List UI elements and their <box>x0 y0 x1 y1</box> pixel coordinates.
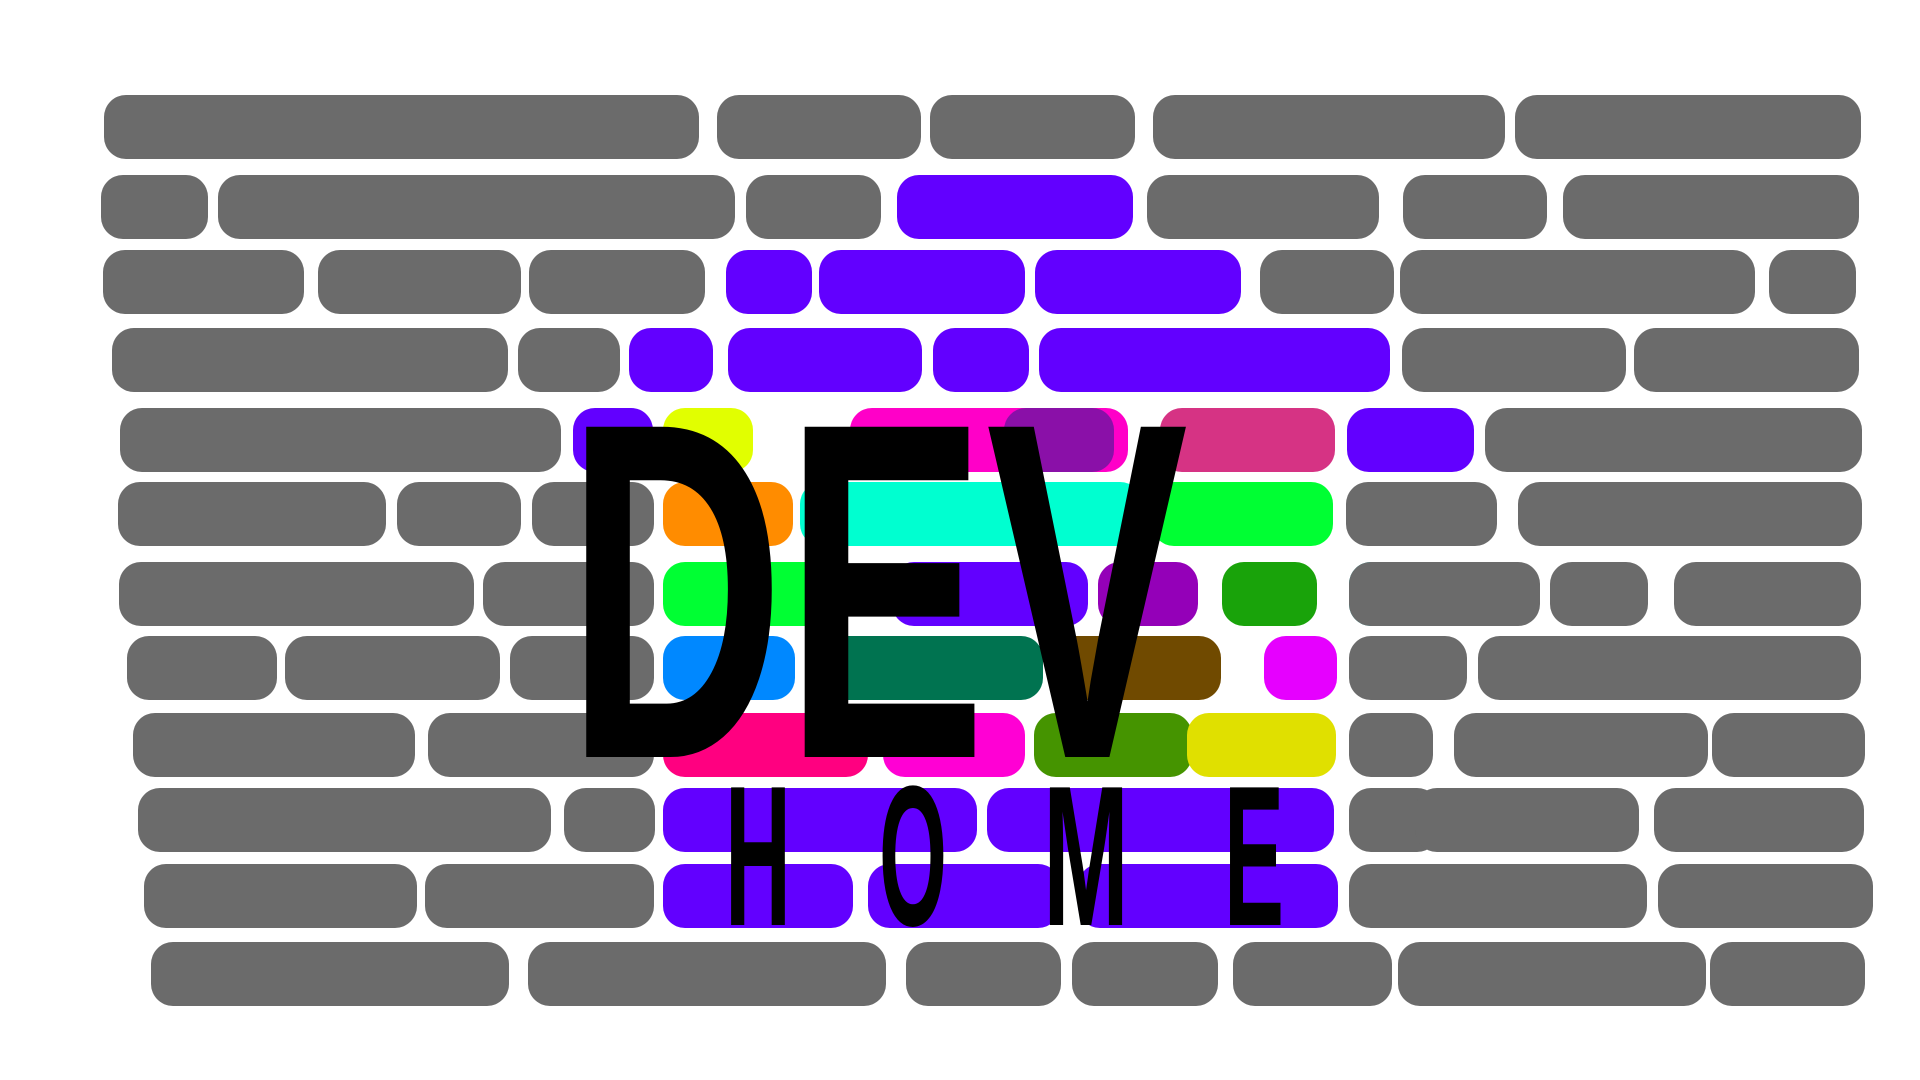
code-bar <box>717 95 921 159</box>
code-bar <box>1349 713 1433 777</box>
code-bar <box>1634 328 1859 392</box>
code-bar <box>104 95 699 159</box>
bar-row-2 <box>101 175 1859 239</box>
code-bar <box>112 328 508 392</box>
code-bar <box>1478 636 1861 700</box>
code-bar <box>127 636 277 700</box>
code-bar <box>1349 636 1467 700</box>
code-bar <box>1400 250 1755 314</box>
code-bar <box>529 250 705 314</box>
code-bar <box>118 482 386 546</box>
code-bar <box>133 713 415 777</box>
code-bar <box>1403 175 1547 239</box>
logo-letter-o: O <box>879 745 947 968</box>
code-bar <box>1260 250 1394 314</box>
code-bar <box>138 788 551 852</box>
bar-row-1 <box>104 95 1861 159</box>
code-bar <box>1654 788 1864 852</box>
code-bar <box>1398 942 1706 1006</box>
logo-letter-e: E <box>1224 745 1284 968</box>
bar-row-12 <box>151 942 1865 1006</box>
logo-letter-h: H <box>725 745 791 968</box>
code-bar <box>1674 562 1861 626</box>
code-bar <box>726 250 812 314</box>
code-bar <box>1658 864 1873 928</box>
code-bar <box>103 250 304 314</box>
code-bar <box>1518 482 1862 546</box>
code-bar <box>1415 788 1639 852</box>
code-bar <box>285 636 500 700</box>
code-bar <box>151 942 509 1006</box>
code-bar <box>1035 250 1241 314</box>
logo-letter-m: M <box>1043 745 1129 968</box>
code-bar <box>1347 408 1474 472</box>
code-bar <box>425 864 654 928</box>
code-bar <box>1349 562 1540 626</box>
code-bar <box>746 175 881 239</box>
code-bar <box>1710 942 1865 1006</box>
code-bar <box>1346 482 1497 546</box>
code-bar <box>144 864 417 928</box>
code-bar <box>1153 95 1505 159</box>
code-bar <box>1402 328 1626 392</box>
code-bar <box>1550 562 1648 626</box>
code-bar <box>1264 636 1337 700</box>
code-bar <box>1563 175 1859 239</box>
code-bar <box>101 175 208 239</box>
bar-row-11 <box>144 864 1873 928</box>
code-bar <box>1712 713 1865 777</box>
code-bar <box>930 95 1135 159</box>
code-bar <box>397 482 521 546</box>
code-bar <box>897 175 1133 239</box>
code-bar <box>1454 713 1708 777</box>
code-bar <box>528 942 886 1006</box>
code-bar <box>1222 562 1317 626</box>
bar-row-3 <box>103 250 1856 314</box>
code-bar <box>218 175 735 239</box>
code-bar <box>1769 250 1856 314</box>
code-bar <box>1349 864 1647 928</box>
code-bar <box>1485 408 1862 472</box>
code-bar <box>119 562 474 626</box>
code-bar <box>318 250 521 314</box>
code-bar <box>120 408 561 472</box>
code-bar <box>1147 175 1379 239</box>
code-bars-graphic: DEV H O M E <box>101 95 1873 1006</box>
code-bar <box>1515 95 1861 159</box>
code-bar <box>819 250 1025 314</box>
dev-home-logo-canvas: DEV H O M E <box>0 0 1920 1080</box>
